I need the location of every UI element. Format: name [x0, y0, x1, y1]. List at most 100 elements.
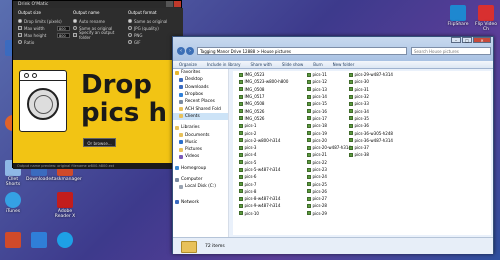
nav-item[interactable]: Dropbox	[173, 91, 228, 98]
desktop-icon-ccleaner[interactable]	[0, 232, 26, 249]
file-item[interactable]: IMG_0526	[239, 115, 301, 122]
file-item[interactable]: pics-31	[349, 86, 411, 93]
file-item[interactable]: IMG_0526	[239, 107, 301, 114]
radio-icon[interactable]	[73, 26, 77, 30]
file-item[interactable]: pics-27	[307, 195, 369, 202]
max-width-input[interactable]: 800	[57, 25, 70, 31]
drop-limits-option[interactable]: Drop limits (pixels)	[18, 18, 70, 24]
file-item[interactable]: pics-8-w487-h314	[239, 195, 301, 202]
file-item[interactable]: IMG_0523	[239, 71, 301, 78]
address-bar[interactable]: Tagging Manor Drive 12888 > House pictur…	[197, 47, 407, 55]
desktop-icon-adobe-reader[interactable]: Adobe Reader X	[52, 192, 78, 219]
search-input[interactable]: Search House pictures	[411, 47, 491, 55]
format-same-option[interactable]: Same as original	[128, 18, 180, 24]
checkbox[interactable]	[73, 33, 77, 37]
radio-icon[interactable]	[73, 19, 77, 23]
file-item[interactable]: pics-25	[307, 180, 369, 187]
nav-item[interactable]: Music	[173, 139, 228, 146]
file-item[interactable]: pics-24	[307, 173, 369, 180]
file-item[interactable]: pics-1	[239, 122, 301, 129]
desktop-icon-flipshare[interactable]: FlipShare	[445, 5, 471, 27]
file-item[interactable]: pics-22	[307, 159, 369, 166]
file-item[interactable]: pics-30	[349, 78, 411, 85]
nav-item[interactable]: ACH Shared Fold	[173, 105, 228, 112]
browse-button[interactable]: Or browse...	[83, 138, 116, 147]
close-icon[interactable]	[174, 1, 181, 7]
file-item[interactable]: pics-2-w800-h314	[239, 137, 301, 144]
close-button[interactable]: ✕	[473, 37, 491, 43]
nav-item[interactable]: Homegroup	[173, 165, 228, 172]
nav-item[interactable]: Recent Places	[173, 98, 228, 105]
nav-item[interactable]: Documents	[173, 131, 228, 138]
file-item[interactable]: pics-23	[307, 166, 369, 173]
file-item[interactable]: pics-6	[239, 173, 301, 180]
file-item[interactable]: pics-28	[307, 202, 369, 209]
nav-item[interactable]: Pictures	[173, 146, 228, 153]
file-item[interactable]: pics-7	[239, 180, 301, 187]
radio-icon[interactable]	[128, 26, 132, 30]
image-file-icon	[239, 116, 243, 121]
radio-icon[interactable]	[128, 33, 132, 37]
radio-icon[interactable]	[128, 40, 132, 44]
format-jpg-option[interactable]: JPG (quality)	[128, 25, 180, 31]
output-folder-option[interactable]: Specify an output folder	[73, 30, 125, 40]
file-item[interactable]: pics-5	[239, 159, 301, 166]
nav-item[interactable]: Downloads	[173, 84, 228, 91]
file-item[interactable]: pics-2	[239, 129, 301, 136]
file-item[interactable]: pics-9-w487-h314	[239, 202, 301, 209]
file-item[interactable]: pics-10	[239, 210, 301, 217]
burn-button[interactable]: Burn	[313, 62, 322, 67]
maximize-button[interactable]: □	[462, 37, 472, 43]
ratio-option[interactable]: Ratio	[18, 39, 70, 45]
nav-item[interactable]: Computer	[173, 176, 228, 183]
file-item[interactable]: pics-4	[239, 151, 301, 158]
max-height-input[interactable]: 800	[57, 32, 70, 38]
nav-item[interactable]: Desktop	[173, 76, 228, 83]
file-item[interactable]: pics-34	[349, 107, 411, 114]
file-item[interactable]: IMG_0508	[239, 100, 301, 107]
desktop-icon-skype[interactable]	[52, 232, 78, 249]
slide-show-button[interactable]: Slide show	[282, 62, 303, 67]
forward-arrow-icon[interactable]: ›	[186, 47, 194, 55]
file-item[interactable]: IMG_0508	[239, 86, 301, 93]
minimize-button[interactable]: –	[451, 37, 461, 43]
drop-zone[interactable]: Drop pics h Or browse...	[13, 60, 183, 163]
new-folder-button[interactable]: New folder	[333, 62, 355, 67]
file-item[interactable]: pics-38	[349, 151, 411, 158]
desktop-icon-flip-video[interactable]: Flip Video Ch	[473, 5, 499, 32]
include-library-button[interactable]: Include in library	[207, 62, 241, 67]
nav-item[interactable]: Local Disk (C:)	[173, 183, 228, 190]
file-item[interactable]: pics-5-w487-h314	[239, 166, 301, 173]
desktop-icon-itunes[interactable]: iTunes	[0, 192, 26, 214]
file-item[interactable]: pics-29	[307, 210, 369, 217]
file-item[interactable]: pics-32	[349, 93, 411, 100]
file-item[interactable]: pics-33	[349, 100, 411, 107]
radio-icon[interactable]	[18, 40, 22, 44]
file-item[interactable]: pics-26	[307, 188, 369, 195]
desktop-icon-dropbox[interactable]	[26, 232, 52, 249]
nav-item[interactable]: Libraries	[173, 124, 228, 131]
organize-button[interactable]: Organize	[179, 62, 197, 67]
file-item[interactable]: pics-3	[239, 144, 301, 151]
nav-item[interactable]: Network	[173, 198, 228, 205]
nav-item[interactable]: Videos	[173, 153, 228, 160]
file-item[interactable]: pics-36-w305-h248	[349, 129, 411, 136]
auto-rename-option[interactable]: Auto rename	[73, 18, 125, 24]
minimize-icon[interactable]	[166, 1, 173, 7]
back-arrow-icon[interactable]: ‹	[177, 47, 185, 55]
file-item[interactable]: pics-36-w487-h314	[349, 137, 411, 144]
share-with-button[interactable]: Share with	[251, 62, 272, 67]
radio-icon[interactable]	[128, 19, 132, 23]
nav-item[interactable]: Favorites	[173, 69, 228, 76]
file-item[interactable]: IMG_0523-w800-h800	[239, 78, 301, 85]
file-item[interactable]: IMG_0517	[239, 93, 301, 100]
nav-item[interactable]: Clients	[173, 112, 228, 121]
checkbox[interactable]	[18, 33, 22, 37]
file-item[interactable]: pics-29-w487-h314	[349, 71, 411, 78]
file-item[interactable]: pics-35	[349, 115, 411, 122]
checkbox[interactable]	[18, 26, 22, 30]
file-item[interactable]: pics-37	[349, 144, 411, 151]
file-item[interactable]: pics-8	[239, 188, 301, 195]
file-item[interactable]: pics-36	[349, 122, 411, 129]
radio-icon[interactable]	[18, 19, 22, 23]
